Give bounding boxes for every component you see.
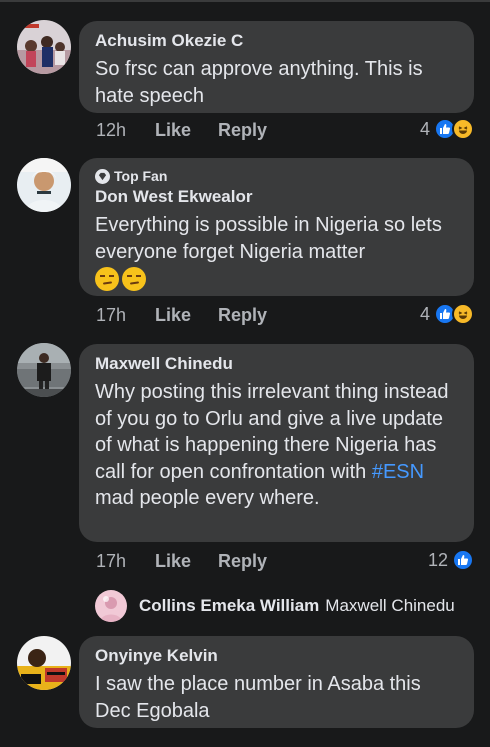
comment-bubble: Onyinye Kelvin I saw the place number in… bbox=[79, 636, 474, 728]
reply-button[interactable]: Reply bbox=[218, 551, 267, 572]
top-fan-badge: Top Fan bbox=[95, 168, 458, 184]
comment-bubble: Maxwell Chinedu Why posting this irrelev… bbox=[79, 344, 474, 542]
commenter-name[interactable]: Achusim Okezie C bbox=[95, 30, 458, 52]
like-button[interactable]: Like bbox=[155, 120, 218, 141]
hashtag-link[interactable]: #ESN bbox=[372, 461, 424, 483]
reaction-summary[interactable]: 4 bbox=[420, 118, 474, 140]
avatar[interactable] bbox=[17, 20, 71, 74]
comment-bubble: Top Fan Don West Ekwealor Everything is … bbox=[79, 158, 474, 296]
haha-icon bbox=[452, 303, 474, 325]
comment-actions: 17h Like Reply bbox=[96, 551, 267, 572]
smirk-emoji bbox=[122, 267, 146, 291]
commenter-name[interactable]: Don West Ekwealor bbox=[95, 186, 458, 208]
avatar[interactable] bbox=[17, 636, 71, 690]
reply-author[interactable]: Collins Emeka William bbox=[139, 596, 319, 616]
reaction-summary[interactable]: 12 bbox=[428, 549, 474, 571]
haha-icon bbox=[452, 118, 474, 140]
reaction-count: 4 bbox=[419, 118, 430, 139]
avatar[interactable] bbox=[17, 158, 71, 212]
diamond-icon bbox=[95, 168, 110, 184]
comment-text: Why posting this irrelevant thing instea… bbox=[95, 379, 455, 512]
like-button[interactable]: Like bbox=[155, 551, 218, 572]
top-fan-label: Top Fan bbox=[114, 168, 168, 184]
like-icon bbox=[452, 549, 474, 571]
like-button[interactable]: Like bbox=[155, 305, 218, 326]
smirk-emoji bbox=[95, 267, 119, 291]
comment-text: I saw the place number in Asaba this Dec… bbox=[95, 673, 421, 722]
comment-text: So frsc can approve anything. This is ha… bbox=[95, 58, 423, 107]
comment-bubble: Achusim Okezie C So frsc can approve any… bbox=[79, 21, 474, 113]
reply-preview[interactable]: Collins Emeka William Maxwell Chinedu bbox=[95, 590, 475, 622]
reply-button[interactable]: Reply bbox=[218, 305, 267, 326]
reaction-count: 12 bbox=[427, 549, 448, 570]
reply-snippet: Maxwell Chinedu bbox=[325, 596, 455, 615]
avatar bbox=[95, 590, 127, 622]
comment-actions: 17h Like Reply bbox=[96, 305, 267, 326]
timestamp[interactable]: 12h bbox=[96, 120, 155, 141]
emoji-row bbox=[95, 267, 458, 291]
comment-actions: 12h Like Reply bbox=[96, 120, 267, 141]
avatar[interactable] bbox=[17, 343, 71, 397]
timestamp[interactable]: 17h bbox=[96, 305, 155, 326]
comment-text: Everything is possible in Nigeria so let… bbox=[95, 214, 442, 263]
commenter-name[interactable]: Onyinye Kelvin bbox=[95, 645, 458, 667]
timestamp[interactable]: 17h bbox=[96, 551, 155, 572]
commenter-name[interactable]: Maxwell Chinedu bbox=[95, 353, 458, 375]
comment-text-part: mad people every where. bbox=[95, 487, 320, 509]
reaction-count: 4 bbox=[419, 303, 430, 324]
top-divider bbox=[0, 0, 490, 2]
reaction-summary[interactable]: 4 bbox=[420, 303, 474, 325]
reply-button[interactable]: Reply bbox=[218, 120, 267, 141]
